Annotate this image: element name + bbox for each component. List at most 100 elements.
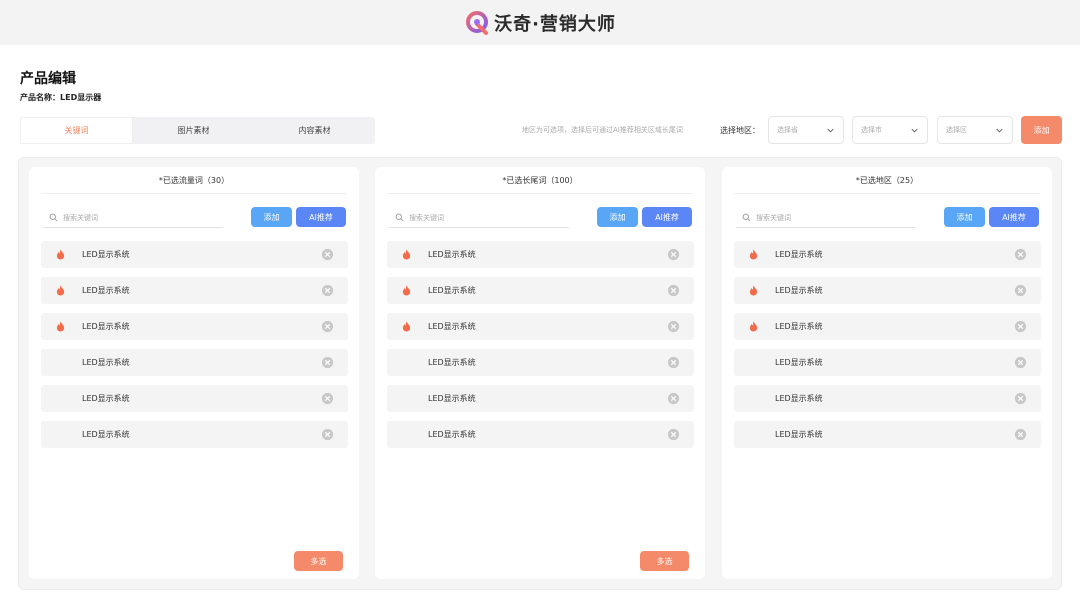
panel-title: *已选流量词（30） <box>41 167 347 194</box>
add-button[interactable]: 添加 <box>597 207 638 227</box>
list-item-label: LED显示系统 <box>775 322 823 331</box>
top-header: 沃奇·营销大师 <box>0 0 1080 45</box>
list-item-label: LED显示系统 <box>82 322 130 331</box>
search-input[interactable]: 搜索关键词 <box>736 208 916 228</box>
logo-icon <box>466 10 489 35</box>
search-icon <box>49 213 58 222</box>
list-item[interactable]: LED显示系统 <box>41 349 348 376</box>
search-input[interactable]: 搜索关键词 <box>389 208 569 228</box>
close-circle-icon[interactable] <box>1014 392 1027 405</box>
brand-name: 沃奇·营销大师 <box>494 13 616 35</box>
close-circle-icon[interactable] <box>321 428 334 441</box>
close-circle-icon[interactable] <box>667 248 680 261</box>
search-input[interactable]: 搜索关键词 <box>43 208 223 228</box>
keyword-list: LED显示系统 LED显示系统 LED显示系统 LED显示系统 LED显示系统 … <box>734 241 1041 457</box>
list-item-label: LED显示系统 <box>428 358 476 367</box>
close-circle-icon[interactable] <box>667 356 680 369</box>
list-item[interactable]: LED显示系统 <box>41 385 348 412</box>
ai-recommend-button[interactable]: AI推荐 <box>642 207 692 227</box>
search-icon <box>395 213 404 222</box>
add-button[interactable]: 添加 <box>251 207 292 227</box>
city-placeholder: 选择市 <box>861 126 882 134</box>
keyword-list: LED显示系统 LED显示系统 LED显示系统 LED显示系统 LED显示系统 … <box>41 241 348 457</box>
tab-keywords[interactable]: 关键词 <box>20 117 133 144</box>
close-circle-icon[interactable] <box>1014 248 1027 261</box>
search-icon <box>742 213 751 222</box>
list-item[interactable]: LED显示系统 <box>734 277 1041 304</box>
list-item[interactable]: LED显示系统 <box>734 313 1041 340</box>
panel-title: *已选地区（25） <box>734 167 1040 194</box>
close-circle-icon[interactable] <box>321 320 334 333</box>
district-select[interactable]: 选择区 <box>937 116 1013 144</box>
province-select[interactable]: 选择省 <box>768 116 844 144</box>
close-circle-icon[interactable] <box>667 284 680 297</box>
province-placeholder: 选择省 <box>777 126 798 134</box>
close-circle-icon[interactable] <box>667 428 680 441</box>
product-name: 产品名称：LED显示器 <box>20 92 101 103</box>
region-label: 选择地区： <box>720 126 760 135</box>
fire-icon <box>56 321 65 332</box>
list-item-label: LED显示系统 <box>82 358 130 367</box>
product-name-value: LED显示器 <box>60 93 102 102</box>
fire-icon <box>402 321 411 332</box>
chevron-down-icon <box>827 128 834 133</box>
close-circle-icon[interactable] <box>321 248 334 261</box>
tab-image-assets[interactable]: 图片素材 <box>133 117 254 144</box>
fire-icon <box>56 249 65 260</box>
tab-content-assets[interactable]: 内容素材 <box>254 117 375 144</box>
region-add-button[interactable]: 添加 <box>1021 116 1062 144</box>
list-item-label: LED显示系统 <box>428 322 476 331</box>
list-item[interactable]: LED显示系统 <box>387 421 694 448</box>
panel-longtail-keywords: *已选长尾词（100） 搜索关键词 添加 AI推荐 LED显示系统 LED显示系… <box>375 167 705 579</box>
ai-recommend-button[interactable]: AI推荐 <box>989 207 1039 227</box>
list-item-label: LED显示系统 <box>428 286 476 295</box>
list-item[interactable]: LED显示系统 <box>734 349 1041 376</box>
list-item[interactable]: LED显示系统 <box>41 313 348 340</box>
list-item-label: LED显示系统 <box>428 430 476 439</box>
close-circle-icon[interactable] <box>1014 320 1027 333</box>
city-select[interactable]: 选择市 <box>852 116 928 144</box>
close-circle-icon[interactable] <box>1014 428 1027 441</box>
fire-icon <box>749 285 758 296</box>
panel-traffic-keywords: *已选流量词（30） 搜索关键词 添加 AI推荐 LED显示系统 LED显示系统… <box>29 167 359 579</box>
district-placeholder: 选择区 <box>946 126 967 134</box>
list-item-label: LED显示系统 <box>82 394 130 403</box>
chevron-down-icon <box>911 128 918 133</box>
list-item-label: LED显示系统 <box>82 286 130 295</box>
close-circle-icon[interactable] <box>667 320 680 333</box>
close-circle-icon[interactable] <box>321 284 334 297</box>
product-name-label: 产品名称： <box>20 93 60 102</box>
list-item[interactable]: LED显示系统 <box>734 421 1041 448</box>
list-item-label: LED显示系统 <box>775 430 823 439</box>
fire-icon <box>56 285 65 296</box>
fire-icon <box>749 321 758 332</box>
list-item[interactable]: LED显示系统 <box>387 349 694 376</box>
list-item[interactable]: LED显示系统 <box>41 421 348 448</box>
list-item-label: LED显示系统 <box>82 250 130 259</box>
close-circle-icon[interactable] <box>321 392 334 405</box>
list-item[interactable]: LED显示系统 <box>734 241 1041 268</box>
list-item-label: LED显示系统 <box>775 394 823 403</box>
close-circle-icon[interactable] <box>321 356 334 369</box>
list-item[interactable]: LED显示系统 <box>387 241 694 268</box>
chevron-down-icon <box>996 128 1003 133</box>
close-circle-icon[interactable] <box>667 392 680 405</box>
panel-title: *已选长尾词（100） <box>387 167 693 194</box>
multi-select-button[interactable]: 多选 <box>294 551 343 571</box>
add-button[interactable]: 添加 <box>944 207 985 227</box>
list-item-label: LED显示系统 <box>428 394 476 403</box>
list-item[interactable]: LED显示系统 <box>41 241 348 268</box>
fire-icon <box>402 249 411 260</box>
list-item[interactable]: LED显示系统 <box>387 385 694 412</box>
list-item[interactable]: LED显示系统 <box>41 277 348 304</box>
close-circle-icon[interactable] <box>1014 284 1027 297</box>
list-item-label: LED显示系统 <box>775 250 823 259</box>
ai-recommend-button[interactable]: AI推荐 <box>296 207 346 227</box>
close-circle-icon[interactable] <box>1014 356 1027 369</box>
fire-icon <box>402 285 411 296</box>
list-item[interactable]: LED显示系统 <box>387 277 694 304</box>
fire-icon <box>749 249 758 260</box>
list-item[interactable]: LED显示系统 <box>387 313 694 340</box>
multi-select-button[interactable]: 多选 <box>640 551 689 571</box>
list-item[interactable]: LED显示系统 <box>734 385 1041 412</box>
